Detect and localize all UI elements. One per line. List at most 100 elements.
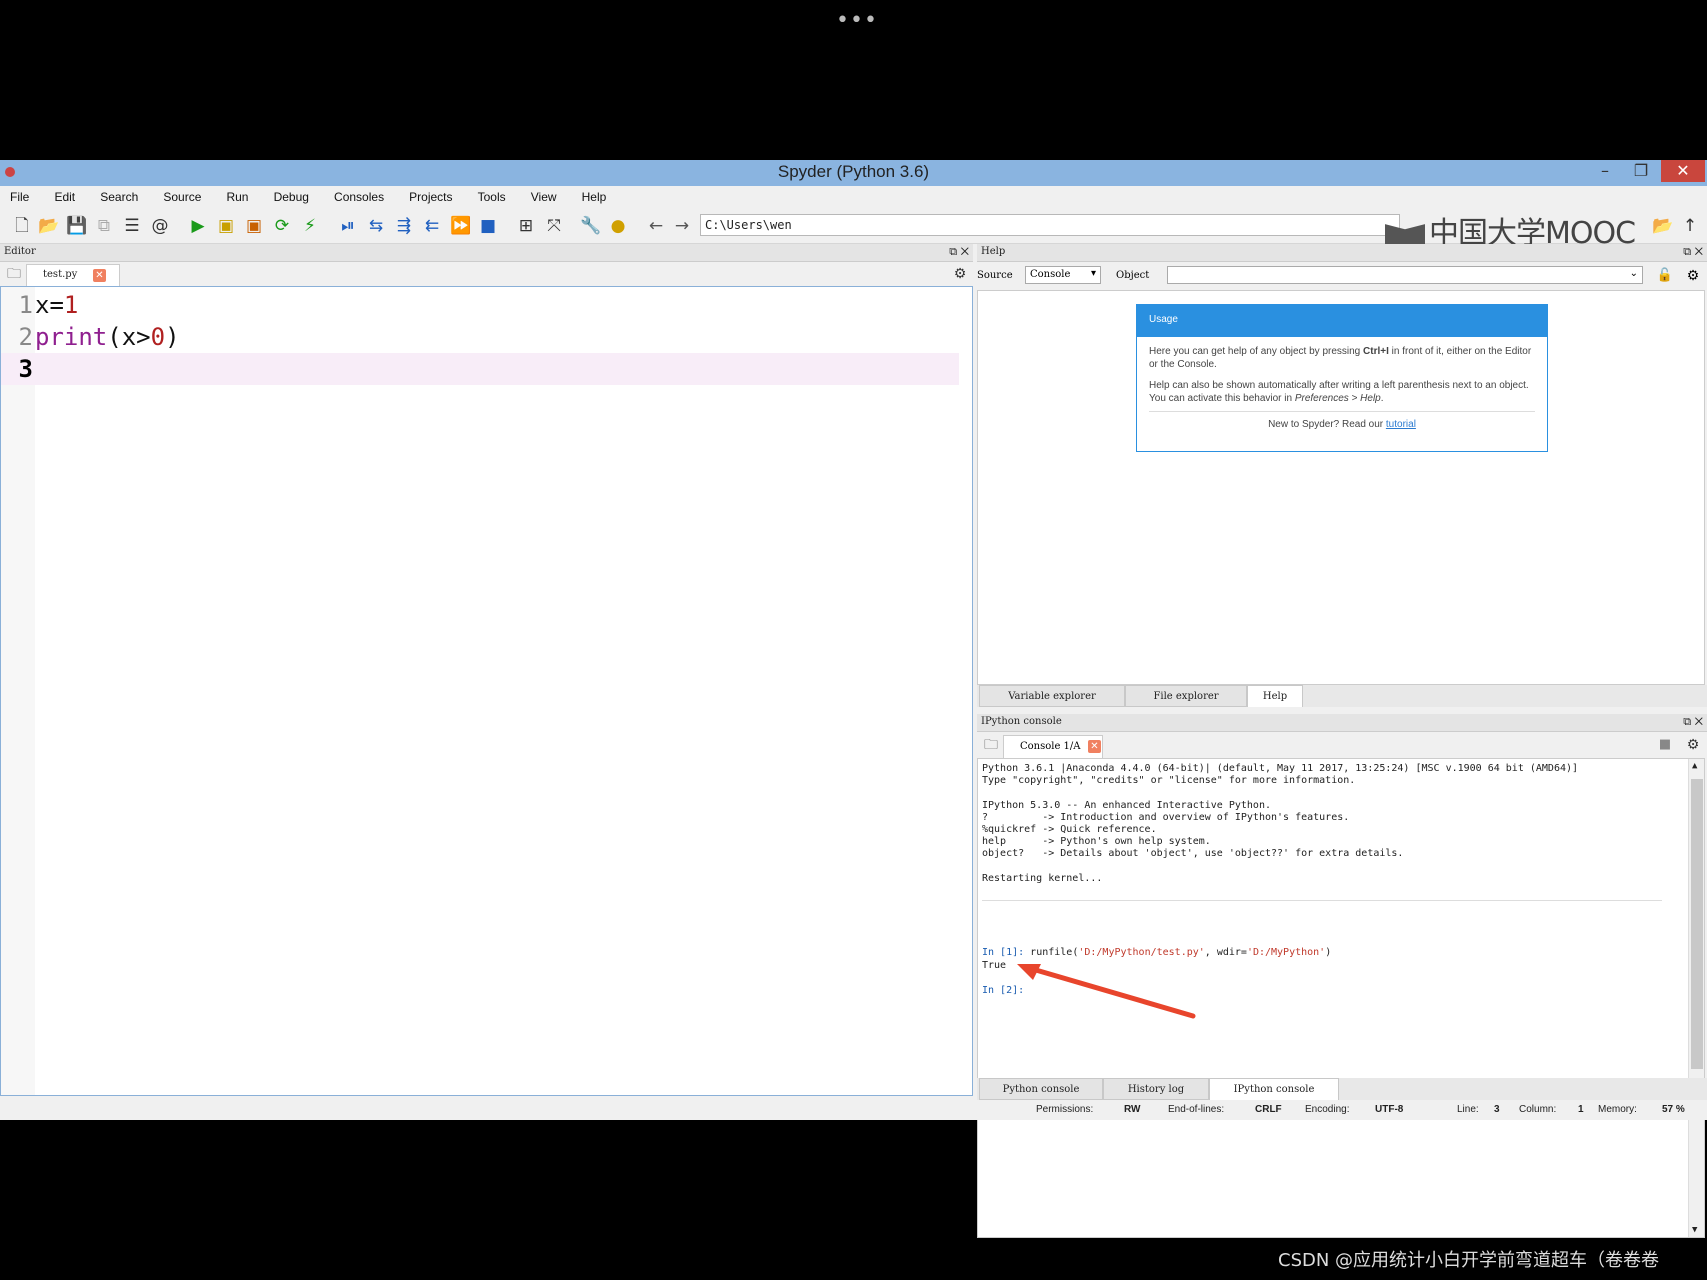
- csdn-watermark: CSDN @应用统计小白开学前弯道超车（卷卷卷: [1278, 1250, 1660, 1271]
- ipython-pane-title: IPython console ⧉ ✕: [977, 714, 1707, 732]
- usage-paragraph-1: Here you can get help of any object by p…: [1149, 346, 1532, 370]
- tutorial-link[interactable]: tutorial: [1386, 419, 1416, 430]
- object-combo[interactable]: ⌄: [1167, 266, 1643, 284]
- menu-help[interactable]: Help: [572, 187, 617, 204]
- scroll-down-icon[interactable]: ▼: [1692, 1225, 1697, 1235]
- line-label: Line:: [1457, 1104, 1479, 1115]
- console-line: object? -> Details about 'object', use '…: [982, 848, 1404, 860]
- back-icon[interactable]: ←: [646, 216, 666, 236]
- browse-folder-icon[interactable]: 📂: [1652, 216, 1673, 236]
- code-line[interactable]: 2print(x>0): [1, 321, 959, 353]
- maximize-pane-icon[interactable]: ⊞: [516, 216, 536, 236]
- usage-paragraph-2: Help can also be shown automatically aft…: [1149, 380, 1529, 404]
- working-directory-input[interactable]: C:\Users\wen: [700, 214, 1400, 236]
- scroll-thumb[interactable]: [1691, 779, 1703, 1069]
- pane-controls[interactable]: ⧉ ✕: [949, 245, 969, 259]
- console-scrollbar[interactable]: ▲ ▼: [1688, 759, 1704, 1237]
- run-cell-icon[interactable]: ▣: [216, 216, 236, 236]
- tab-console-1a[interactable]: Console 1/A ✕: [1003, 735, 1103, 758]
- console-tab-label: Console 1/A: [1020, 741, 1081, 752]
- list-icon[interactable]: ☰: [122, 216, 142, 236]
- chevron-down-icon: ▾: [1090, 268, 1096, 279]
- code-line[interactable]: 1x=1: [1, 289, 959, 321]
- annotation-arrow: [1017, 964, 1196, 1019]
- line-number-gutter: [1, 287, 35, 1095]
- new-file-icon[interactable]: 🗋: [12, 216, 32, 236]
- save-icon[interactable]: 💾: [66, 216, 87, 236]
- lock-icon[interactable]: 🔓: [1655, 266, 1675, 286]
- minimize-button[interactable]: –: [1587, 160, 1623, 182]
- title-bar: Spyder (Python 3.6) – ❐ ✕: [0, 160, 1707, 186]
- scroll-up-icon[interactable]: ▲: [1692, 761, 1697, 771]
- browse-tabs-icon[interactable]: 🗀: [4, 264, 24, 284]
- step-return-icon[interactable]: ⇇: [422, 216, 442, 236]
- code-line[interactable]: 3: [1, 353, 959, 385]
- menu-debug[interactable]: Debug: [264, 187, 319, 204]
- rerun-icon[interactable]: ⟳: [272, 216, 292, 236]
- debug-icon[interactable]: ⏯: [338, 216, 358, 236]
- tab-help[interactable]: Help: [1247, 685, 1303, 707]
- step-into-icon[interactable]: ⇶: [394, 216, 414, 236]
- tab-python-console[interactable]: Python console: [979, 1078, 1103, 1100]
- editor-tab-bar: 🗀 test.py ✕ ⚙: [0, 262, 973, 286]
- menu-edit[interactable]: Edit: [44, 187, 85, 204]
- close-tab-icon[interactable]: ✕: [1088, 740, 1101, 753]
- pane-controls[interactable]: ⧉ ✕: [1683, 245, 1703, 259]
- tab-ipython-console[interactable]: IPython console: [1209, 1078, 1339, 1100]
- menu-source[interactable]: Source: [153, 187, 211, 204]
- tab-variable-explorer[interactable]: Variable explorer: [979, 685, 1125, 707]
- step-icon[interactable]: ⇆: [366, 216, 386, 236]
- help-bottom-tabs: Variable explorer File explorer Help: [977, 685, 1707, 707]
- at-icon[interactable]: @: [150, 216, 170, 236]
- menu-run[interactable]: Run: [216, 187, 258, 204]
- permissions-label: Permissions:: [1036, 1104, 1094, 1115]
- interrupt-kernel-icon[interactable]: ■: [1655, 735, 1675, 755]
- menu-file[interactable]: File: [0, 187, 39, 204]
- overflow-dots: •••: [836, 8, 878, 33]
- menu-view[interactable]: View: [521, 187, 567, 204]
- console-line: help -> Python's own help system.: [982, 836, 1211, 848]
- code-token: ): [165, 323, 180, 351]
- code-token: print: [35, 323, 108, 351]
- code-editor[interactable]: 1x=1 2print(x>0) 3: [0, 286, 973, 1096]
- console-options-gear-icon[interactable]: ⚙: [1683, 735, 1703, 755]
- preferences-icon[interactable]: 🔧: [580, 216, 601, 236]
- menu-projects[interactable]: Projects: [399, 187, 462, 204]
- stop-icon[interactable]: ■: [478, 216, 498, 236]
- pane-controls[interactable]: ⧉ ✕: [1683, 715, 1703, 729]
- help-options-gear-icon[interactable]: ⚙: [1683, 266, 1703, 286]
- fullscreen-icon[interactable]: ⤧: [544, 216, 564, 236]
- parent-dir-icon[interactable]: ↑: [1680, 216, 1700, 236]
- restart-separator: [982, 900, 1662, 901]
- restore-button[interactable]: ❐: [1623, 160, 1659, 182]
- spyder-window: Spyder (Python 3.6) – ❐ ✕ File Edit Sear…: [0, 160, 1707, 1238]
- code-token: 1: [63, 291, 79, 319]
- object-label: Object: [1116, 270, 1150, 281]
- run-cell-advance-icon[interactable]: ▣: [244, 216, 264, 236]
- browse-tabs-icon[interactable]: 🗀: [981, 735, 1001, 755]
- python-path-icon[interactable]: ●: [608, 216, 628, 236]
- editor-options-gear-icon[interactable]: ⚙: [950, 264, 970, 284]
- tab-history-log[interactable]: History log: [1103, 1078, 1209, 1100]
- run-selection-icon[interactable]: ⚡: [300, 216, 320, 236]
- tab-test-py[interactable]: test.py ✕: [26, 264, 120, 286]
- tab-file-explorer[interactable]: File explorer: [1125, 685, 1247, 707]
- source-select[interactable]: Console ▾: [1025, 266, 1101, 284]
- continue-icon[interactable]: ⏩: [450, 216, 471, 236]
- output-line: True: [982, 960, 1007, 971]
- menu-search[interactable]: Search: [90, 187, 148, 204]
- run-icon[interactable]: ▶: [188, 216, 208, 236]
- editor-title-label: Editor: [4, 246, 36, 257]
- forward-icon[interactable]: →: [672, 216, 692, 236]
- close-tab-icon[interactable]: ✕: [93, 269, 106, 282]
- code-token: (x>: [107, 323, 151, 351]
- open-file-icon[interactable]: 📂: [38, 216, 59, 236]
- menu-tools[interactable]: Tools: [468, 187, 516, 204]
- menu-consoles[interactable]: Consoles: [324, 187, 394, 204]
- line-number: 3: [18, 355, 33, 383]
- close-button[interactable]: ✕: [1661, 160, 1705, 182]
- save-all-icon[interactable]: ⧉: [94, 216, 114, 236]
- encoding-label: Encoding:: [1305, 1104, 1350, 1115]
- editor-pane-title: Editor ⧉ ✕: [0, 244, 973, 262]
- console-line: Python 3.6.1 |Anaconda 4.4.0 (64-bit)| (…: [982, 763, 1579, 774]
